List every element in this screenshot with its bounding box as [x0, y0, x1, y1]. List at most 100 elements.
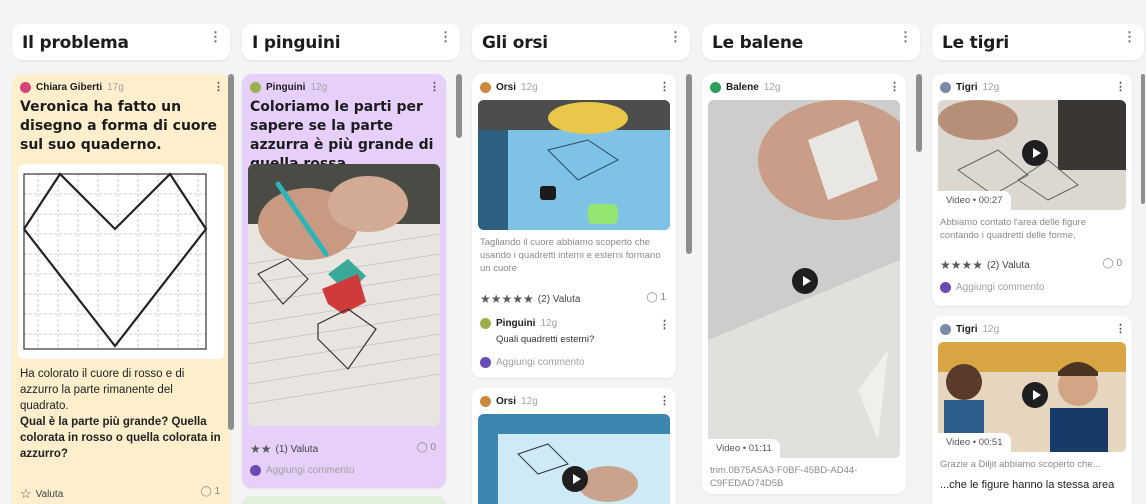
avatar-icon — [480, 318, 491, 329]
scrollbar[interactable] — [228, 74, 234, 430]
comment-count[interactable]: ◯ 1 — [200, 486, 220, 497]
post-caption: Abbiamo contato l'area delle figure cont… — [940, 217, 1086, 241]
avatar-icon — [480, 396, 491, 407]
scrollbar[interactable] — [686, 74, 692, 254]
avatar-icon — [480, 357, 491, 368]
kebab-icon[interactable]: ⋮ — [1115, 322, 1126, 335]
avatar-icon — [710, 82, 721, 93]
column-header[interactable]: Le tigri ⋮ — [932, 24, 1144, 60]
column-title: Gli orsi — [482, 33, 548, 53]
kebab-icon[interactable]: ⋮ — [213, 80, 224, 93]
kebab-icon[interactable]: ⋮ — [1115, 80, 1126, 93]
post-title: Veronica ha fatto un disegno a forma di … — [20, 99, 217, 153]
video-duration: Video • 01:11 — [708, 439, 780, 458]
post-title: Coloriamo le parti per sapere se la part… — [250, 99, 434, 172]
photo-drawing — [248, 164, 440, 426]
video-thumbnail[interactable] — [478, 414, 670, 504]
play-icon[interactable] — [562, 466, 588, 492]
comment-icon: ◯ — [200, 486, 212, 497]
avatar-icon — [940, 282, 951, 293]
kebab-icon[interactable]: ⋮ — [439, 30, 452, 43]
avatar-icon — [480, 82, 491, 93]
play-icon[interactable] — [792, 268, 818, 294]
star-icon: ★★★★★ — [480, 292, 534, 306]
heart-grid-image[interactable] — [18, 164, 224, 359]
column-title: Le tigri — [942, 33, 1010, 53]
rate-button[interactable]: ☆ Valuta — [20, 486, 63, 502]
photo-table[interactable] — [478, 100, 670, 230]
kebab-icon[interactable]: ⋮ — [659, 318, 670, 331]
avatar-icon — [940, 82, 951, 93]
column-le-tigri: Le tigri ⋮ Tigri 12g ⋮ Video • 00:27 Abb… — [932, 0, 1146, 504]
post-author: Tigri 12g — [940, 82, 999, 93]
kebab-icon[interactable]: ⋮ — [659, 80, 670, 93]
file-name: trim.0B75A5A3-F0BF-45BD-AD44-C9FEDAD74D5… — [710, 465, 858, 489]
column-title: Il problema — [22, 33, 129, 53]
column-le-balene: Le balene ⋮ Balene 12g ⋮ Video • 01:11 t… — [702, 0, 920, 504]
column-title: Le balene — [712, 33, 804, 53]
comment-count[interactable]: ◯ 1 — [646, 292, 666, 303]
scrollbar[interactable] — [1141, 74, 1145, 204]
star-icon: ☆ — [20, 486, 32, 501]
comment-count[interactable]: ◯ 0 — [416, 442, 436, 453]
column-header[interactable]: Il problema ⋮ — [12, 24, 230, 60]
post-author: Pinguini 12g — [250, 82, 327, 93]
kebab-icon[interactable]: ⋮ — [889, 80, 900, 93]
avatar-icon — [940, 324, 951, 335]
play-icon[interactable] — [1022, 382, 1048, 408]
kebab-icon[interactable]: ⋮ — [659, 394, 670, 407]
video-duration: Video • 00:51 — [938, 433, 1011, 452]
avatar-icon — [250, 465, 261, 476]
column-il-problema: Il problema ⋮ Chiara Giberti 17g ⋮ Veron… — [12, 0, 230, 504]
rating[interactable]: ★★ (1) Valuta — [250, 442, 318, 456]
comment-icon: ◯ — [416, 442, 428, 453]
play-icon[interactable] — [1022, 140, 1048, 166]
avatar-icon — [20, 82, 31, 93]
video-thumbnail[interactable]: Video • 00:27 — [938, 100, 1126, 210]
comment-author: Pinguini 12g — [480, 318, 557, 329]
column-header[interactable]: I pinguini ⋮ — [242, 24, 460, 60]
heart-drawing — [23, 172, 208, 350]
photo-coloring[interactable] — [248, 164, 440, 426]
add-comment-button[interactable]: Aggiungi commento — [480, 357, 584, 368]
post-author: Orsi 12g — [480, 82, 538, 93]
comment-icon: ◯ — [1102, 258, 1114, 269]
add-comment-button[interactable]: Aggiungi commento — [940, 282, 1044, 293]
comment-text: Quali quadretti esterni? — [496, 334, 595, 345]
avatar-icon — [250, 82, 261, 93]
column-header[interactable]: Le balene ⋮ — [702, 24, 920, 60]
column-i-pinguini: I pinguini ⋮ Pinguini 12g ⋮ Coloriamo le… — [242, 0, 460, 504]
video-thumbnail[interactable]: Video • 00:51 — [938, 342, 1126, 452]
photo-drawing — [478, 100, 670, 230]
rating[interactable]: ★★★★★ (2) Valuta — [480, 292, 580, 306]
add-comment-button[interactable]: Aggiungi commento — [250, 465, 354, 476]
scrollbar[interactable] — [916, 74, 922, 152]
star-icon: ★★★★ — [940, 258, 984, 272]
post-author: Balene 12g — [710, 82, 780, 93]
scrollbar[interactable] — [456, 74, 462, 138]
post-author: Tigri 12g — [940, 324, 999, 335]
video-duration: Video • 00:27 — [938, 191, 1011, 210]
kebab-icon[interactable]: ⋮ — [899, 30, 912, 43]
post-card[interactable]: Balene 12g ⋮ Video • 01:11 trim.0B75A5A3… — [702, 74, 906, 494]
kebab-icon[interactable]: ⋮ — [1123, 30, 1136, 43]
kebab-icon[interactable]: ⋮ — [209, 30, 222, 43]
comment-count[interactable]: ◯ 0 — [1102, 258, 1122, 269]
post-card[interactable]: Orsi 12g ⋮ Tagliando il cuore abbiamo sc… — [472, 74, 676, 378]
kebab-icon[interactable]: ⋮ — [669, 30, 682, 43]
column-gli-orsi: Gli orsi ⋮ Orsi 12g ⋮ Tagliando il cuore… — [472, 0, 690, 504]
column-title: I pinguini — [252, 33, 341, 53]
post-card[interactable]: Orsi 12g ⋮ — [472, 388, 676, 504]
post-card-peek[interactable] — [242, 496, 446, 504]
post-body: Ha colorato il cuore di rosso e di azzur… — [20, 368, 221, 460]
post-author: Chiara Giberti 17g — [20, 82, 124, 93]
post-card[interactable]: Chiara Giberti 17g ⋮ Veronica ha fatto u… — [12, 74, 230, 504]
video-thumbnail[interactable]: Video • 01:11 — [708, 100, 900, 458]
column-header[interactable]: Gli orsi ⋮ — [472, 24, 690, 60]
post-card[interactable]: Pinguini 12g ⋮ Coloriamo le parti per sa… — [242, 74, 446, 488]
post-card[interactable]: Tigri 12g ⋮ Video • 00:27 Abbiamo contat… — [932, 74, 1132, 306]
post-card[interactable]: Tigri 12g ⋮ Video • 00:51 Grazie a Dilji… — [932, 316, 1132, 504]
kebab-icon[interactable]: ⋮ — [429, 80, 440, 93]
star-icon: ★★ — [250, 442, 272, 456]
rating[interactable]: ★★★★ (2) Valuta — [940, 258, 1030, 272]
